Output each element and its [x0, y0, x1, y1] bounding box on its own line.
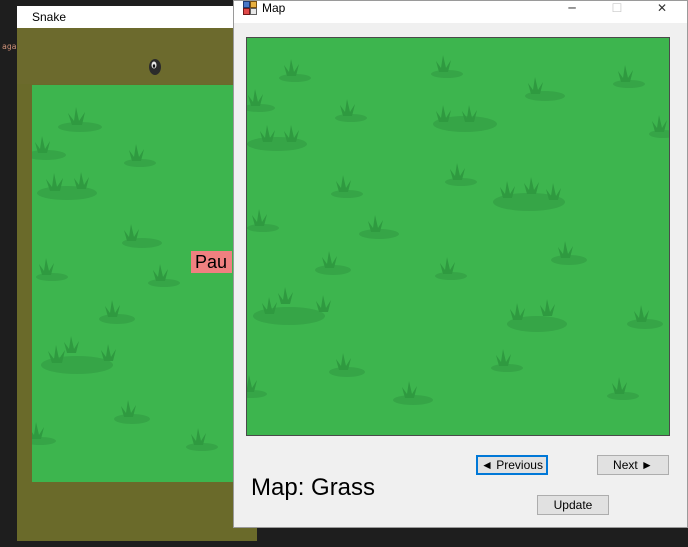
map-name-label: Map: Grass [251, 474, 376, 501]
previous-button[interactable]: ◄ Previous [476, 455, 548, 475]
pause-label: Pau [191, 251, 233, 273]
snake-head-icon [149, 59, 161, 75]
background-editor: aga [0, 0, 17, 547]
update-button[interactable]: Update [537, 495, 609, 515]
snake-titlebar[interactable]: Snake [17, 6, 257, 28]
next-button[interactable]: Next ► [597, 455, 669, 475]
map-grass-pattern [247, 55, 669, 405]
minimize-button[interactable]: ─ [557, 1, 587, 15]
wall-border-top [17, 28, 257, 84]
map-dialog: Map ─ ☐ ✕ ◄ Previous Next ► Map: Grass U… [233, 0, 688, 528]
map-dialog-title: Map [262, 1, 286, 15]
wall-border-bottom [17, 482, 257, 541]
snake-window: Snake Pau [17, 6, 257, 541]
editor-text-snippet: aga [2, 42, 17, 51]
close-button[interactable]: ✕ [647, 1, 677, 15]
snake-window-title: Snake [32, 10, 67, 24]
snake-game-area [17, 28, 257, 541]
maximize-button[interactable]: ☐ [602, 1, 632, 15]
map-preview [246, 37, 670, 436]
map-app-icon [243, 1, 257, 15]
snake-grass-pattern [32, 107, 218, 451]
snake-grass-field [32, 85, 257, 482]
map-titlebar[interactable]: Map ─ ☐ ✕ [234, 1, 687, 23]
